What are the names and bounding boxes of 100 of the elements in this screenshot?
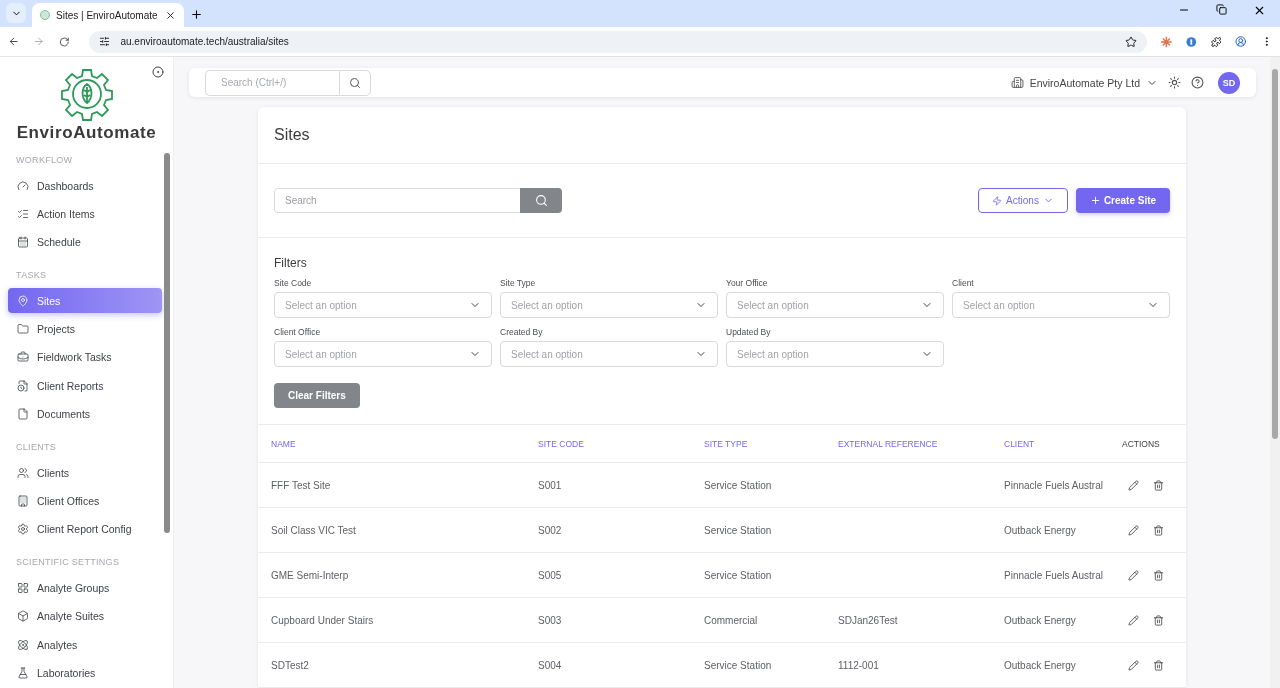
nav-section-title: CLIENTS	[15, 441, 58, 455]
extension-icon[interactable]	[1161, 35, 1172, 48]
table-cell-text: Commercial	[704, 614, 759, 626]
bookmark-star-icon[interactable]	[1125, 35, 1138, 48]
table-cell-text: 1112-001	[838, 659, 880, 671]
table-cell-text: S003	[538, 614, 563, 626]
table-cell-text: S002	[538, 524, 563, 536]
nav-item[interactable]: Analyte Suites	[8, 603, 162, 629]
site-favicon-icon	[40, 10, 50, 20]
create-site-button[interactable]: Create Site	[1076, 188, 1170, 213]
table-cell-text: Service Station	[704, 479, 773, 491]
table-cell-text: Pinnacle Fuels Austral	[1004, 479, 1104, 491]
filter-label: Client Office	[274, 327, 322, 337]
search-icon	[349, 76, 361, 89]
table-cell-text: Cupboard Under Stairs	[271, 614, 375, 626]
column-header[interactable]: EXTERNAL REFERENCE	[838, 438, 1004, 449]
new-tab-icon[interactable]	[190, 8, 203, 21]
url-text: au.enviroautomate.tech/australia/sites	[120, 36, 290, 47]
table-cell-text: S004	[538, 659, 563, 671]
global-search-field[interactable]: Search (Ctrl+/)	[205, 69, 339, 96]
nav-item-icon	[17, 294, 29, 307]
extension-icon[interactable]	[1186, 35, 1197, 48]
nav-item[interactable]: Client Offices	[8, 488, 162, 514]
nav-item-icon	[17, 179, 29, 192]
nav-item-icon	[17, 523, 29, 536]
delete-icon[interactable]	[1153, 614, 1164, 626]
nav-section-title: SCIENTIFIC SETTINGS	[15, 556, 121, 570]
edit-icon[interactable]	[1128, 614, 1139, 626]
page-title: Sites	[274, 126, 310, 144]
reload-icon[interactable]	[58, 35, 70, 48]
column-header[interactable]: SITE TYPE	[704, 438, 838, 449]
nav-item[interactable]: Schedule	[8, 229, 162, 255]
edit-icon[interactable]	[1128, 524, 1139, 536]
address-bar[interactable]: au.enviroautomate.tech/australia/sites	[89, 30, 1148, 53]
actions-button[interactable]: Actions	[978, 188, 1068, 213]
column-header[interactable]: NAME	[271, 438, 538, 449]
nav-item-icon	[17, 666, 29, 679]
organisation-selector[interactable]: EnviroAutomate Pty Ltd	[1010, 76, 1158, 89]
back-icon[interactable]	[8, 35, 20, 48]
nav-item-icon	[17, 379, 29, 392]
delete-icon[interactable]	[1153, 659, 1164, 671]
nav-item[interactable]: Analytes	[8, 632, 162, 658]
table-cell-text: Service Station	[704, 659, 773, 671]
table-cell-text: GME Semi-Interp	[271, 569, 350, 581]
clear-filters-button[interactable]: Clear Filters	[274, 383, 360, 408]
scrollbar[interactable]	[1270, 57, 1280, 688]
nav-item-icon	[17, 610, 29, 623]
column-header[interactable]: CLIENT	[1004, 438, 1122, 449]
nav-item[interactable]: Client Report Config	[8, 516, 162, 542]
profile-icon[interactable]	[1235, 35, 1247, 48]
nav-item[interactable]: Fieldwork Tasks	[8, 344, 162, 370]
user-avatar[interactable]: SD	[1218, 71, 1240, 94]
edit-icon[interactable]	[1128, 479, 1139, 491]
nav-item-icon	[17, 207, 29, 220]
column-header: ACTIONS	[1122, 438, 1161, 449]
close-icon[interactable]	[165, 9, 176, 21]
restore-icon[interactable]	[1216, 3, 1227, 15]
nav-item-icon	[17, 581, 29, 594]
nav-item[interactable]: Analyte Groups	[8, 575, 162, 601]
nav-item[interactable]: Laboratories	[8, 660, 162, 686]
nav-item[interactable]: Projects	[8, 316, 162, 342]
sites-search-field[interactable]: Search	[274, 188, 520, 213]
search-icon	[534, 194, 548, 207]
table-cell-text: S005	[538, 569, 563, 581]
nav-section-title: TASKS	[15, 269, 48, 283]
building-icon	[1010, 76, 1024, 89]
nav-item[interactable]: Clients	[8, 460, 162, 486]
lightning-icon	[992, 195, 1003, 206]
delete-icon[interactable]	[1153, 479, 1164, 491]
search-button[interactable]	[339, 69, 371, 96]
extensions-icon[interactable]	[1210, 35, 1222, 48]
edit-icon[interactable]	[1128, 659, 1139, 671]
filter-label: Site Code	[274, 278, 313, 288]
nav-item-icon	[17, 351, 29, 364]
nav-item[interactable]: Documents	[8, 401, 162, 427]
site-settings-icon[interactable]	[99, 36, 111, 47]
collapse-sidebar-icon[interactable]	[152, 66, 164, 78]
column-header[interactable]: SITE CODE	[538, 438, 704, 449]
nav-item-icon	[17, 638, 29, 651]
nav-item-icon	[17, 466, 29, 479]
nav-item[interactable]: Action Items	[8, 201, 162, 227]
nav-item-icon	[17, 236, 29, 249]
filter-label: Your Office	[726, 278, 769, 288]
theme-toggle-icon[interactable]	[1168, 76, 1181, 89]
browser-tab[interactable]: Sites | EnviroAutomate	[32, 3, 184, 27]
help-icon[interactable]	[1191, 76, 1204, 89]
nav-item[interactable]: Client Reports	[8, 373, 162, 399]
table-cell-text: Outback Energy	[1004, 524, 1077, 536]
table-cell-text: Outback Energy	[1004, 614, 1077, 626]
nav-item[interactable]: Dashboards	[8, 173, 162, 198]
table-cell-text: Outback Energy	[1004, 659, 1077, 671]
edit-icon[interactable]	[1128, 569, 1139, 581]
filter-label: Site Type	[500, 278, 537, 288]
search-button[interactable]	[520, 188, 562, 213]
table-cell-text: SDTest2	[271, 659, 310, 671]
table-cell-text: S001	[538, 479, 563, 491]
filter-label: Created By	[500, 327, 544, 337]
delete-icon[interactable]	[1153, 524, 1164, 536]
nav-item[interactable]: Sites	[8, 288, 162, 314]
delete-icon[interactable]	[1153, 569, 1164, 581]
